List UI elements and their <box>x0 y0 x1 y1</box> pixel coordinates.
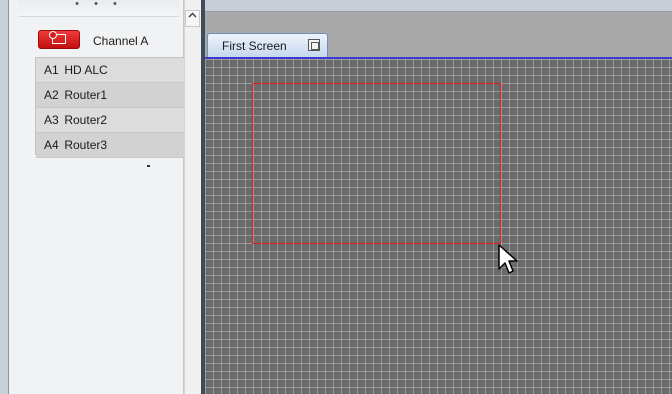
source-number: A4 <box>44 138 59 152</box>
source-item-a1[interactable]: A1 HD ALC <box>36 58 185 83</box>
source-list: A1 HD ALC A2 Router1 A3 Router2 A4 Route… <box>35 57 186 158</box>
source-number: A3 <box>44 113 59 127</box>
source-number: A1 <box>44 63 59 77</box>
source-name: Router1 <box>64 88 108 102</box>
sources-panel: • • • Channel A A1 HD ALC A2 Router1 A3 … <box>9 0 186 394</box>
mouse-pointer-icon <box>498 244 518 274</box>
source-item-a4[interactable]: A4 Router3 <box>36 133 185 158</box>
tab-first-screen[interactable]: First Screen <box>207 33 328 57</box>
screen-canvas[interactable] <box>205 57 672 394</box>
source-name: Router3 <box>64 138 108 152</box>
tab-label: First Screen <box>222 39 287 53</box>
tab-bar: First Screen <box>205 0 672 57</box>
channel-icon[interactable] <box>38 30 80 49</box>
source-number: A2 <box>44 88 59 102</box>
source-item-a3[interactable]: A3 Router2 <box>36 108 185 133</box>
panel-grip-handle[interactable]: • • • <box>19 0 179 17</box>
selection-rectangle[interactable] <box>252 83 501 244</box>
channel-header[interactable]: Channel A <box>29 26 179 54</box>
window-edge <box>0 0 9 394</box>
source-item-a2[interactable]: A2 Router1 <box>36 83 185 108</box>
source-name: Router2 <box>64 113 108 127</box>
list-resize-handle[interactable] <box>147 165 150 167</box>
restore-icon[interactable] <box>308 39 320 51</box>
chevron-up-icon[interactable] <box>185 10 200 27</box>
panel-scrollbar[interactable] <box>184 0 201 394</box>
channel-label: Channel A <box>93 34 149 48</box>
source-name: HD ALC <box>64 63 108 77</box>
tab-bar-strip <box>205 0 672 12</box>
